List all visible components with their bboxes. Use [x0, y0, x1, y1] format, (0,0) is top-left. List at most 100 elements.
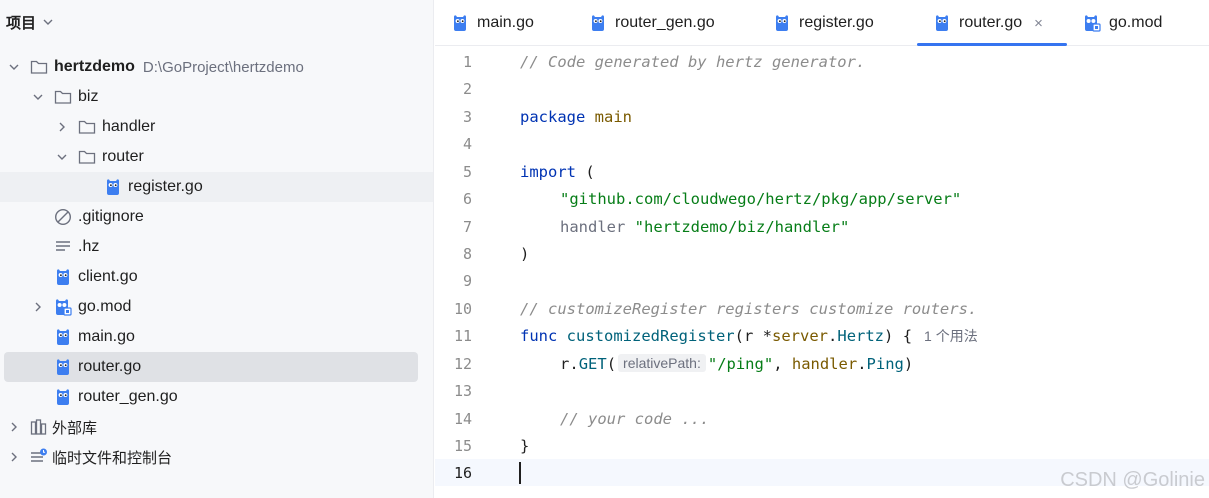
tab-router-gen-go[interactable]: router_gen.go	[589, 0, 715, 46]
go-file-icon	[54, 328, 72, 346]
line-number: 16	[453, 463, 472, 482]
code-line[interactable]: 12 r.GET(relativePath: "/ping", handler.P…	[435, 350, 1209, 377]
project-panel: 项目 hertzdemo D:\GoProject\hertzdemo biz …	[0, 0, 434, 498]
tree-item-router-go[interactable]: router.go	[0, 352, 433, 382]
code-line[interactable]: 6 "github.com/cloudwego/hertz/pkg/app/se…	[435, 185, 1209, 212]
tree-item-main-go[interactable]: main.go	[0, 322, 433, 352]
code-token: ) {	[884, 326, 913, 345]
line-number: 1	[462, 52, 472, 71]
code-token: (	[734, 326, 744, 345]
code-token: )	[903, 355, 914, 373]
tree-item-label: router	[102, 148, 144, 165]
code-token: Ping	[866, 355, 904, 373]
tree-item-label: 临时文件和控制台	[52, 449, 173, 467]
tree-item-gitignore[interactable]: .gitignore	[0, 202, 433, 232]
tree-item-scratches-and-consoles[interactable]: 临时文件和控制台	[0, 442, 433, 472]
code-text: r.GET(relativePath: "/ping", handler.Ping…	[560, 354, 913, 373]
code-line[interactable]: 13	[435, 377, 1209, 404]
tab-go-mod[interactable]: go.mod	[1083, 0, 1162, 46]
tree-item-label: main.go	[78, 328, 135, 345]
code-text: // your code ...	[560, 409, 710, 428]
line-number: 6	[462, 189, 472, 208]
code-token: (	[576, 162, 595, 181]
tab-label: router_gen.go	[615, 14, 715, 31]
code-text: "github.com/cloudwego/hertz/pkg/app/serv…	[560, 190, 961, 208]
code-line[interactable]: 4	[435, 130, 1209, 157]
tree-item-router-gen-go[interactable]: router_gen.go	[0, 382, 433, 412]
code-line[interactable]: 3 package main	[435, 103, 1209, 130]
code-token: r	[560, 355, 570, 373]
go-file-icon	[54, 388, 72, 406]
code-text: }	[520, 436, 530, 455]
tree-item-go-mod[interactable]: go.mod	[0, 292, 433, 322]
code-line[interactable]: 8 )	[435, 240, 1209, 267]
code-token: handler	[791, 355, 858, 373]
chevron-right-icon[interactable]	[6, 449, 22, 465]
tab-label: main.go	[477, 14, 534, 31]
chevron-down-icon[interactable]	[6, 59, 22, 75]
code-line[interactable]: 14 // your code ...	[435, 405, 1209, 432]
close-icon[interactable]: ×	[1034, 15, 1043, 32]
code-line[interactable]: 7 handler "hertzdemo/biz/handler"	[435, 213, 1209, 240]
code-line[interactable]: 9	[435, 267, 1209, 294]
folder-icon	[78, 118, 96, 136]
go-mod-icon	[1083, 14, 1101, 32]
code-line[interactable]: 11 func customizedRegister(r *server.Her…	[435, 322, 1209, 349]
chevron-down-icon[interactable]	[30, 89, 46, 105]
chevron-down-icon[interactable]	[42, 16, 54, 28]
code-editor[interactable]: 1 // Code generated by hertz generator. …	[435, 47, 1209, 498]
tree-item-hertzdemo[interactable]: hertzdemo D:\GoProject\hertzdemo	[0, 52, 433, 82]
chevron-right-icon[interactable]	[30, 299, 46, 315]
tree-item-label: router_gen.go	[78, 388, 178, 405]
library-icon	[30, 418, 48, 436]
code-token: "github.com/cloudwego/hertz/pkg/app/serv…	[560, 189, 962, 208]
usage-count-hint[interactable]: 1 个用法	[924, 328, 978, 344]
code-text: // Code generated by hertz generator.	[520, 52, 866, 71]
code-line[interactable]: 1 // Code generated by hertz generator.	[435, 48, 1209, 75]
chevron-right-icon[interactable]	[6, 419, 22, 435]
tree-item-router[interactable]: router	[0, 142, 433, 172]
line-number: 8	[462, 244, 472, 263]
tab-label: go.mod	[1109, 14, 1163, 31]
code-line[interactable]: 15 }	[435, 432, 1209, 459]
tree-item-biz[interactable]: biz	[0, 82, 433, 112]
project-tree: hertzdemo D:\GoProject\hertzdemo biz han…	[0, 52, 433, 472]
go-file-icon	[104, 178, 122, 196]
code-line[interactable]: 10 // customizeRegister registers custom…	[435, 295, 1209, 322]
parameter-hint: relativePath:	[618, 354, 706, 372]
code-text: func customizedRegister(r *server.Hertz)…	[520, 326, 978, 346]
code-token: package	[520, 107, 586, 126]
scratches-icon	[30, 448, 48, 466]
line-number: 2	[462, 79, 472, 98]
code-text: // customizeRegister registers customize…	[520, 299, 978, 318]
tree-item-external-libraries[interactable]: 外部库	[0, 412, 433, 442]
go-file-icon	[933, 14, 951, 32]
tab-register-go[interactable]: register.go	[773, 0, 874, 46]
project-panel-header[interactable]: 项目	[0, 0, 433, 44]
line-number: 15	[453, 436, 472, 455]
folder-icon	[30, 58, 48, 76]
tree-item-client-go[interactable]: client.go	[0, 262, 433, 292]
code-token: server	[772, 326, 829, 345]
tab-main-go[interactable]: main.go	[451, 0, 534, 46]
code-token: import	[520, 162, 576, 181]
line-number: 13	[453, 381, 472, 400]
tab-label: register.go	[799, 14, 874, 31]
chevron-down-icon[interactable]	[54, 149, 70, 165]
code-text: handler "hertzdemo/biz/handler"	[560, 218, 849, 236]
tree-item-label: go.mod	[78, 298, 132, 315]
chevron-right-icon[interactable]	[54, 119, 70, 135]
tree-item-label: router.go	[78, 358, 142, 375]
tree-item-register-go[interactable]: register.go	[0, 172, 433, 202]
code-line[interactable]: 2	[435, 75, 1209, 102]
tree-item-handler[interactable]: handler	[0, 112, 433, 142]
tree-item-label: register.go	[128, 178, 203, 195]
tree-item-hz[interactable]: .hz	[0, 232, 433, 262]
project-path: D:\GoProject\hertzdemo	[142, 58, 304, 76]
line-number: 4	[462, 134, 472, 153]
line-number: 10	[453, 299, 472, 318]
tree-item-label: biz	[78, 88, 99, 105]
tab-router-go[interactable]: router.go ×	[917, 0, 1067, 46]
code-text: package main	[520, 108, 632, 126]
code-line[interactable]: 5 import (	[435, 158, 1209, 185]
